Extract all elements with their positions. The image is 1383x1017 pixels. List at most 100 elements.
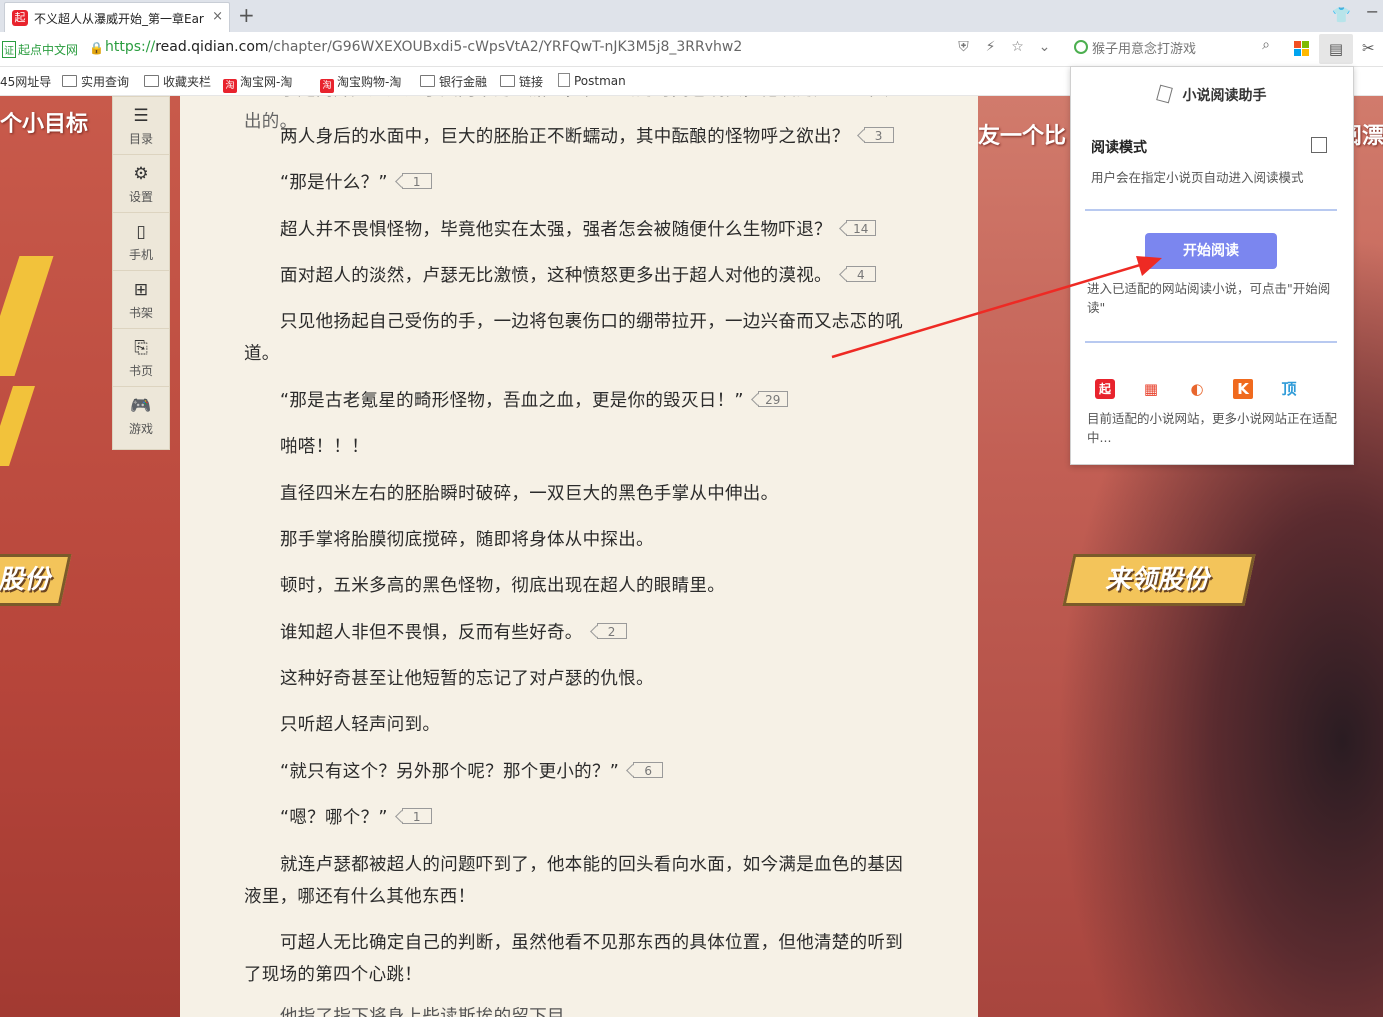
catalog-button[interactable]: ☰ 目录	[113, 97, 169, 155]
comment-count-badge[interactable]: 1	[401, 173, 432, 189]
list-icon: ☰	[133, 106, 149, 126]
bookmark-label: 淘宝购物-淘	[337, 75, 402, 89]
xxsy-icon[interactable]: ◐	[1187, 379, 1207, 399]
comment-count-badge[interactable]: 1	[401, 808, 432, 824]
gear-icon: ⚙	[133, 164, 149, 184]
promo-button-right[interactable]: 来领股份	[1062, 554, 1256, 606]
qidian-icon[interactable]: 起	[1095, 379, 1115, 399]
search-box: ⌕	[1064, 36, 1284, 61]
paragraph-text: 啪嗒！！！	[280, 437, 369, 457]
chapter-paragraph: 直径四米左右的胚胎瞬时破碎，一双巨大的黑色手掌从中伸出。	[244, 478, 914, 510]
chapter-paragraph: 超人并不畏惧怪物，毕竟他实在太强，强者怎会被随便什么生物吓退？ 14	[244, 214, 914, 246]
search-input[interactable]	[1090, 37, 1244, 61]
kanshu-icon[interactable]: K	[1233, 379, 1253, 399]
chapter-paragraph: 就连卢瑟都被超人的问题吓到了，他本能的回头看向水面，如今满是血色的基因液里，哪还…	[244, 849, 914, 913]
reader-side-toolbar: ☰ 目录 ⚙ 设置 ▯ 手机 ⊞ 书架 ⎘ 书页 🎮 游戏	[112, 96, 170, 450]
chapter-paragraph: 面对超人的淡然，卢瑟无比激愤，这种愤怒更多出于超人对他的漠视。 4	[244, 260, 914, 292]
minimize-icon[interactable]: −	[1366, 2, 1379, 21]
skin-icon[interactable]: 👕	[1332, 6, 1351, 24]
reading-assistant-popup: 小说阅读助手 阅读模式 用户会在指定小说页自动进入阅读模式 开始阅读 进入已适配…	[1070, 66, 1354, 465]
paragraph-text: 直径四米左右的胚胎瞬时破碎，一双巨大的黑色手掌从中伸出。	[280, 484, 779, 504]
chapter-paragraph-partial: 他指了指下将身上些读斯埃的留下目	[280, 1007, 565, 1017]
bookmark-item[interactable]: Postman	[558, 73, 626, 88]
bookmark-item[interactable]: 45网址导	[0, 73, 51, 90]
url-host: read.qidian.com	[155, 39, 269, 55]
book-page-button[interactable]: ⎘ 书页	[113, 329, 169, 387]
comment-count-badge[interactable]: 29	[757, 391, 788, 407]
url-field[interactable]: https://read.qidian.com/chapter/G96WXEXO…	[105, 39, 742, 55]
paragraph-text: 就连卢瑟都被超人的问题吓到了，他本能的回头看向水面，如今满是血色的基因液里，哪还…	[244, 855, 903, 907]
phone-icon: ▯	[136, 222, 146, 242]
chapter-paragraph: 只听超人轻声问到。	[244, 709, 914, 741]
chapter-paragraph: 两人身后的水面中，巨大的胚胎正不断蠕动，其中酝酿的怪物呼之欲出？ 3	[244, 121, 914, 153]
mobile-button[interactable]: ▯ 手机	[113, 213, 169, 271]
search-engine-icon	[1074, 40, 1088, 54]
lock-icon: 🔒	[89, 41, 104, 55]
bookmark-label: 45网址导	[0, 75, 52, 89]
search-icon[interactable]: ⌕	[1262, 37, 1270, 53]
site-certificate[interactable]: 证起点中文网	[2, 41, 78, 58]
paragraph-text: 只见他扬起自己受伤的手，一边将包裹伤口的绷带拉开，一边兴奋而又忐忑的吼道。	[244, 312, 903, 364]
chapter-content: 于是离开延迟进入了大门中的飞船里，在过去的时间也确实，他叹的超人正在超出的。 两…	[180, 96, 978, 1017]
reading-mode-checkbox[interactable]	[1311, 137, 1327, 153]
browser-tab[interactable]: 起 不义超人从瀑威开始_第一章Ear ×	[4, 2, 230, 32]
promo-button-left[interactable]: 股份	[0, 554, 72, 606]
star-bookmark-icon[interactable]: ☆	[1004, 39, 1031, 55]
chapter-paragraph: “那是古老氪星的畸形怪物，吾血之血，更是你的毁灭日！” 29	[244, 385, 914, 417]
chevron-down-icon[interactable]: ⌄	[1031, 39, 1058, 55]
address-bar: 证起点中文网 🔒 https://read.qidian.com/chapter…	[0, 32, 1383, 67]
paragraph-text: 面对超人的淡然，卢瑟无比激愤，这种愤怒更多出于超人对他的漠视。	[280, 266, 832, 286]
reading-mode-label: 阅读模式	[1091, 140, 1147, 156]
paragraph-text: “嗯？哪个？”	[280, 808, 388, 828]
bookmark-item[interactable]: 收藏夹栏	[144, 73, 211, 90]
games-button[interactable]: 🎮 游戏	[113, 387, 169, 445]
bookmark-label: 银行金融	[439, 75, 488, 89]
paragraph-text: 两人身后的水面中，巨大的胚胎正不断蠕动，其中酝酿的怪物呼之欲出？	[280, 127, 850, 147]
chapter-paragraph: 可超人无比确定自己的判断，虽然他看不见那东西的具体位置，但他清楚的听到了现场的第…	[244, 927, 914, 991]
bookmark-item[interactable]: 淘淘宝购物-淘	[320, 73, 401, 93]
certificate-label: 起点中文网	[18, 43, 79, 57]
new-tab-button[interactable]: +	[238, 3, 255, 27]
folder-icon	[500, 75, 515, 87]
comment-count-badge[interactable]: 4	[845, 266, 876, 282]
security-shield-icon[interactable]: ⛨	[950, 39, 977, 55]
bookmark-label: 收藏夹栏	[163, 75, 212, 89]
paragraph-text: 那手掌将胎膜彻底搅碎，随即将身体从中探出。	[280, 530, 654, 550]
bookmark-item[interactable]: 淘淘宝网-淘	[223, 73, 292, 93]
folder-icon	[62, 75, 77, 87]
address-actions: ⛨ ⚡ ☆ ⌄	[950, 39, 1058, 55]
bookmark-label: Postman	[574, 74, 626, 88]
toolbar-label: 书页	[128, 364, 153, 378]
paragraph-text: “那是古老氪星的畸形怪物，吾血之血，更是你的毁灭日！”	[280, 391, 744, 411]
comment-count-badge[interactable]: 14	[845, 220, 876, 236]
lightning-icon[interactable]: ⚡	[977, 39, 1004, 55]
close-tab-icon[interactable]: ×	[212, 9, 223, 24]
paragraph-text: 顿时，五米多高的黑色怪物，彻底出现在超人的眼睛里。	[280, 576, 725, 596]
chapter-paragraph: 啪嗒！！！	[244, 431, 914, 463]
comment-count-badge[interactable]: 3	[863, 127, 894, 143]
bookmark-item[interactable]: 链接	[500, 73, 543, 90]
bookshelf-button[interactable]: ⊞ 书架	[113, 271, 169, 329]
comment-count-badge[interactable]: 2	[596, 623, 627, 639]
bookmark-label: 链接	[519, 75, 544, 89]
book-icon	[1155, 84, 1173, 104]
zongheng-icon[interactable]: ▦	[1141, 379, 1161, 399]
scissors-icon[interactable]: ✂	[1362, 39, 1375, 57]
start-reading-description: 进入已适配的网站阅读小说，可点击"开始阅读"	[1087, 281, 1331, 315]
paragraph-text: 超人并不畏惧怪物，毕竟他实在太强，强者怎会被随便什么生物吓退？	[280, 220, 832, 240]
folder-icon	[420, 75, 435, 87]
bookmark-item[interactable]: 银行金融	[420, 73, 487, 90]
comment-count-badge[interactable]: 6	[633, 762, 664, 778]
reading-assistant-extension-icon[interactable]: ▤	[1319, 34, 1353, 64]
toolbar-label: 设置	[128, 190, 153, 204]
dingdian-icon[interactable]: 顶	[1279, 379, 1299, 399]
settings-button[interactable]: ⚙ 设置	[113, 155, 169, 213]
windows-logo-icon[interactable]	[1294, 41, 1309, 56]
toolbar-label: 书架	[128, 306, 153, 320]
bookmark-item[interactable]: 实用查询	[62, 73, 129, 90]
popup-title: 小说阅读助手	[1182, 88, 1267, 104]
url-path: /chapter/G96WXEXOUBxdi5-cWpsVtA2/YRFQwT-…	[268, 39, 743, 55]
chapter-paragraph: “嗯？哪个？” 1	[244, 802, 914, 834]
folder-icon	[144, 75, 159, 87]
start-reading-button[interactable]: 开始阅读	[1145, 233, 1277, 269]
